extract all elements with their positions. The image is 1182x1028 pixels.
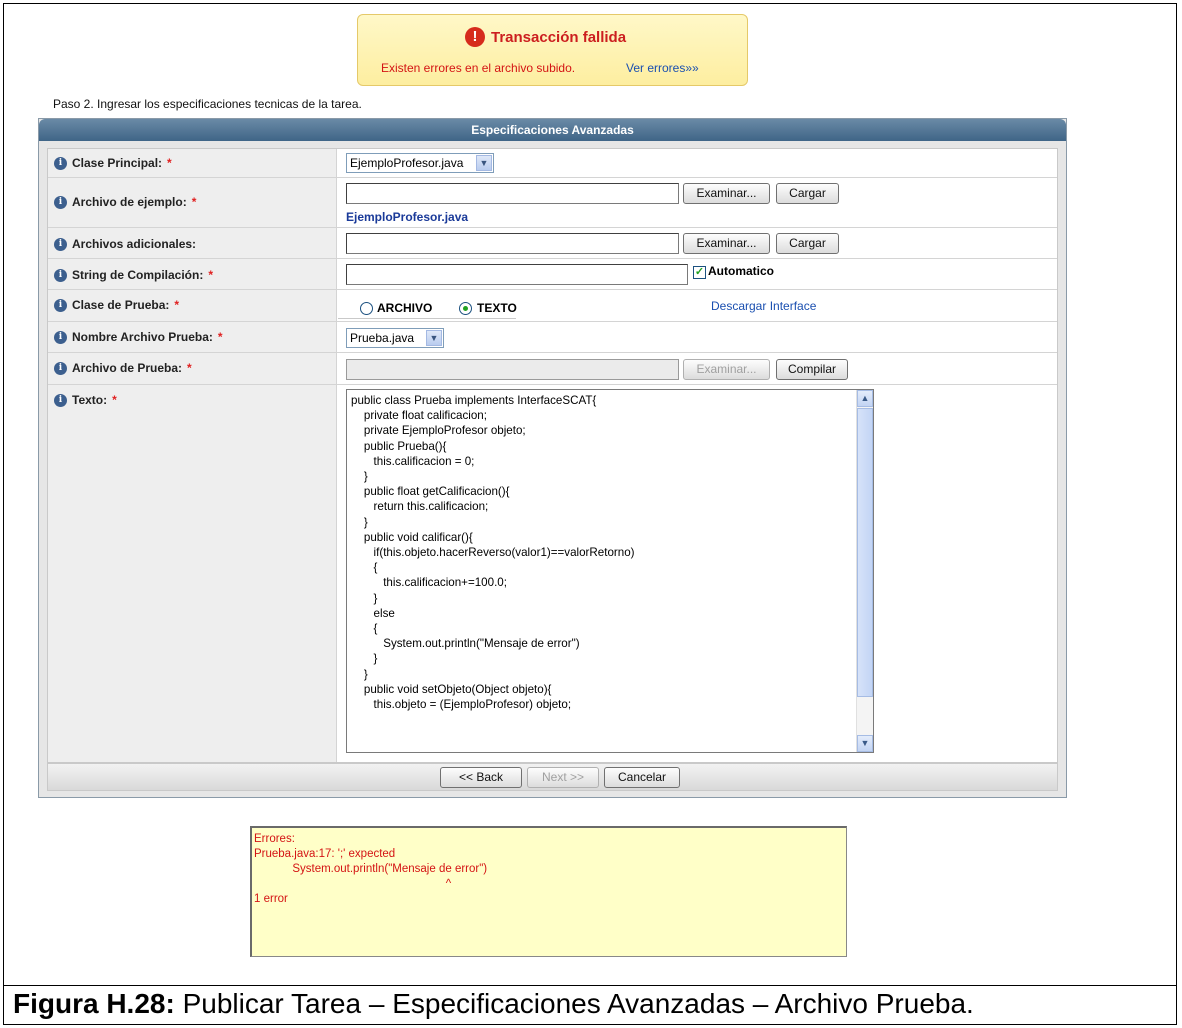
info-icon[interactable]: i: [54, 330, 67, 344]
required-mark: *: [174, 298, 180, 312]
radio-archivo[interactable]: [360, 302, 373, 315]
field-label: Clase Principal:: [72, 156, 163, 170]
figure-caption: Figura H.28: Publicar Tarea – Especifica…: [13, 986, 974, 1022]
info-icon[interactable]: i: [54, 268, 67, 282]
exclamation-icon: !: [465, 27, 485, 47]
info-icon[interactable]: i: [54, 298, 67, 312]
test-file-input: [346, 359, 679, 380]
panel-title: Especificaciones Avanzadas: [39, 119, 1066, 141]
automatic-label: Automatico: [708, 264, 774, 278]
caption-prefix: Figura H.28:: [13, 988, 175, 1019]
field-label: Archivo de ejemplo:: [72, 195, 187, 209]
automatic-checkbox[interactable]: ✓: [693, 266, 706, 279]
browse-example-button[interactable]: Examinar...: [683, 183, 770, 204]
error-alert: ! Transacción fallida Existen errores en…: [357, 14, 748, 86]
radio-archivo-label: ARCHIVO: [377, 301, 433, 315]
test-file-name-select[interactable]: Prueba.java ▼: [346, 328, 444, 348]
additional-files-input[interactable]: [346, 233, 679, 254]
compile-errors-text: Errores: Prueba.java:17: ';' expected Sy…: [254, 833, 488, 905]
field-label: String de Compilación:: [72, 268, 204, 282]
wizard-nav: << Back Next >> Cancelar: [47, 763, 1058, 791]
row-nombre-archivo-prueba: i Nombre Archivo Prueba: * Prueba.java ▼: [48, 322, 1057, 353]
alert-title: ! Transacción fallida: [465, 27, 626, 47]
example-file-link[interactable]: EjemploProfesor.java: [346, 210, 468, 224]
field-label: Clase de Prueba:: [72, 298, 170, 312]
scroll-down-icon[interactable]: ▼: [857, 735, 873, 752]
field-label: Nombre Archivo Prueba:: [72, 330, 213, 344]
advanced-specs-panel: Especificaciones Avanzadas i Clase Princ…: [38, 118, 1067, 798]
back-button[interactable]: << Back: [440, 767, 522, 788]
required-mark: *: [167, 156, 172, 170]
required-mark: *: [112, 393, 117, 407]
chevron-down-icon[interactable]: ▼: [476, 155, 492, 171]
radio-texto[interactable]: [459, 302, 472, 315]
info-icon[interactable]: i: [54, 393, 67, 407]
compile-button[interactable]: Compilar: [776, 359, 848, 380]
upload-additional-button[interactable]: Cargar: [776, 233, 839, 254]
main-class-select[interactable]: EjemploProfesor.java ▼: [346, 153, 494, 173]
browse-test-button: Examinar...: [683, 359, 770, 380]
vertical-scrollbar[interactable]: ▲ ▼: [856, 390, 873, 752]
info-icon[interactable]: i: [54, 361, 67, 375]
upload-example-button[interactable]: Cargar: [776, 183, 839, 204]
compile-string-input[interactable]: [346, 264, 688, 285]
field-label: Archivos adicionales:: [72, 237, 197, 251]
row-archivo-ejemplo: i Archivo de ejemplo: * Examinar... Carg…: [48, 178, 1057, 228]
row-texto: i Texto: * public class Prueba implement…: [48, 385, 1057, 762]
info-icon[interactable]: i: [54, 237, 67, 251]
form-grid: i Clase Principal: * EjemploProfesor.jav…: [47, 148, 1058, 763]
row-string-compilacion: i String de Compilación: * ✓ Automatico: [48, 259, 1057, 290]
scroll-thumb[interactable]: [857, 408, 873, 697]
alert-message: Existen errores en el archivo subido.: [381, 61, 576, 75]
required-mark: *: [187, 361, 192, 375]
row-clase-prueba: i Clase de Prueba: * ARCHIVO TEXTO Desca…: [48, 290, 1057, 322]
browse-additional-button[interactable]: Examinar...: [683, 233, 770, 254]
required-mark: *: [217, 330, 223, 344]
row-archivo-prueba: i Archivo de Prueba: * Examinar... Compi…: [48, 353, 1057, 385]
step-instruction: Paso 2. Ingresar los especificaciones te…: [53, 97, 362, 111]
field-label: Archivo de Prueba:: [72, 361, 183, 375]
required-mark: *: [208, 268, 214, 282]
download-interface-link[interactable]: Descargar Interface: [711, 299, 816, 313]
cancel-button[interactable]: Cancelar: [604, 767, 680, 788]
required-mark: *: [191, 195, 197, 209]
chevron-down-icon[interactable]: ▼: [426, 330, 442, 346]
code-textarea[interactable]: public class Prueba implements Interface…: [346, 389, 874, 753]
row-clase-principal: i Clase Principal: * EjemploProfesor.jav…: [48, 149, 1057, 178]
view-errors-link[interactable]: Ver errores»»: [626, 61, 699, 75]
scroll-up-icon[interactable]: ▲: [857, 390, 873, 407]
field-label: Texto:: [72, 393, 108, 407]
compile-errors-box: Errores: Prueba.java:17: ';' expected Sy…: [250, 826, 847, 957]
radio-texto-label: TEXTO: [477, 301, 517, 315]
example-file-input[interactable]: [346, 183, 679, 204]
caption-text: Publicar Tarea – Especificaciones Avanza…: [174, 988, 974, 1019]
code-text: public class Prueba implements Interface…: [351, 394, 635, 712]
next-button: Next >>: [527, 767, 599, 788]
info-icon[interactable]: i: [54, 195, 67, 209]
info-icon[interactable]: i: [54, 156, 67, 170]
row-archivos-adicionales: i Archivos adicionales: Examinar... Carg…: [48, 228, 1057, 259]
alert-title-text: Transacción fallida: [491, 28, 627, 46]
